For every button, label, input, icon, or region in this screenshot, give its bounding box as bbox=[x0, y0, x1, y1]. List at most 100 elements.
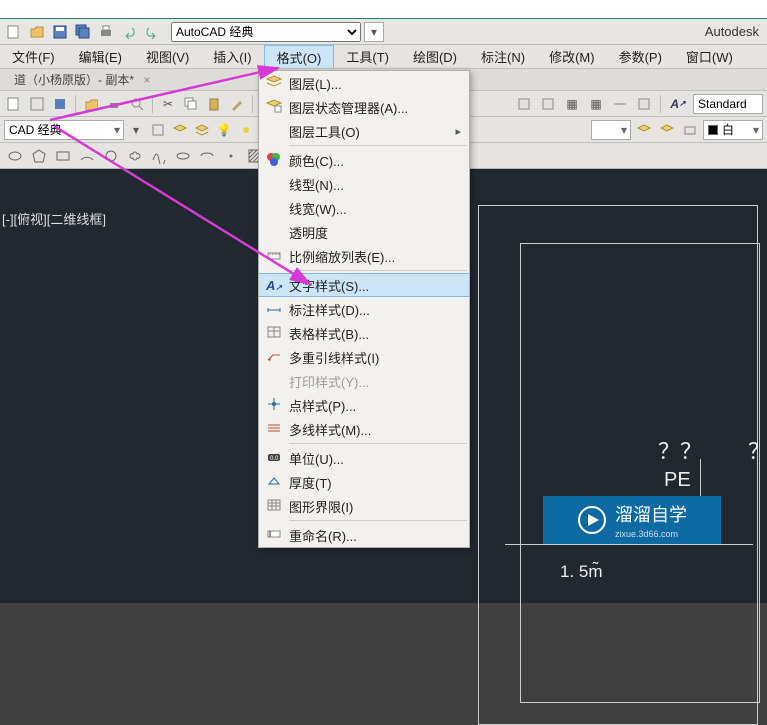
menu-item-transparency[interactable]: 透明度 bbox=[259, 220, 469, 244]
menu-draw[interactable]: 绘图(D) bbox=[401, 45, 469, 68]
tool-icon[interactable]: ▾ bbox=[126, 120, 146, 140]
submenu-arrow-icon: ▸ bbox=[455, 125, 461, 138]
print-icon[interactable] bbox=[96, 22, 116, 42]
menu-dimension[interactable]: 标注(N) bbox=[469, 45, 537, 68]
watermark-logo: 溜溜自学 zixue.3d66.com bbox=[543, 496, 721, 544]
layers-icon bbox=[266, 74, 282, 93]
redo-icon[interactable] bbox=[142, 22, 162, 42]
title-bar bbox=[0, 0, 767, 19]
layer-dd-combo[interactable]: CAD 经典 bbox=[4, 120, 124, 140]
drawing-text: ？ bbox=[748, 434, 767, 466]
print-icon[interactable] bbox=[104, 94, 124, 114]
arc-icon[interactable] bbox=[78, 147, 96, 165]
save-icon[interactable] bbox=[50, 22, 70, 42]
menu-file[interactable]: 文件(F) bbox=[0, 45, 67, 68]
paste-icon[interactable] bbox=[204, 94, 224, 114]
tool-icon[interactable] bbox=[610, 94, 630, 114]
tool-icon[interactable]: ▦ bbox=[562, 94, 582, 114]
layer-color-combo[interactable]: 白 bbox=[703, 120, 763, 140]
document-tab-label: 道（小杨原版）- 副本* bbox=[14, 73, 134, 87]
ellipse-axis-icon[interactable] bbox=[174, 147, 192, 165]
menu-item-lineweight[interactable]: 线宽(W)... bbox=[259, 196, 469, 220]
saveall-icon[interactable] bbox=[73, 22, 93, 42]
tool-icon[interactable] bbox=[657, 120, 677, 140]
close-icon[interactable]: × bbox=[143, 73, 150, 87]
lightbulb-icon[interactable]: 💡 bbox=[214, 120, 234, 140]
new-icon[interactable] bbox=[4, 22, 24, 42]
menu-item-limits[interactable]: 图形界限(I) bbox=[259, 494, 469, 518]
menu-item-table-style[interactable]: 表格样式(B)... bbox=[259, 321, 469, 345]
point-style-icon bbox=[266, 396, 282, 415]
circle-icon[interactable] bbox=[102, 147, 120, 165]
ellipse-icon[interactable] bbox=[6, 147, 24, 165]
tool-icon[interactable] bbox=[4, 94, 24, 114]
tool-icon[interactable] bbox=[514, 94, 534, 114]
watermark-title: 溜溜自学 bbox=[615, 501, 687, 527]
preview-icon[interactable] bbox=[127, 94, 147, 114]
menu-format[interactable]: 格式(O) bbox=[264, 45, 335, 68]
rectangle-icon[interactable] bbox=[54, 147, 72, 165]
menu-window[interactable]: 窗口(W) bbox=[674, 45, 745, 68]
menu-item-text-style[interactable]: A↗ 文字样式(S)... bbox=[259, 273, 469, 297]
menu-edit[interactable]: 编辑(E) bbox=[67, 45, 134, 68]
menu-item-point-style[interactable]: 点样式(P)... bbox=[259, 393, 469, 417]
layer-icon[interactable] bbox=[170, 120, 190, 140]
text-style-combo[interactable]: Standard bbox=[693, 94, 763, 114]
text-style-icon[interactable]: A↗ bbox=[667, 94, 689, 114]
menu-item-linetype[interactable]: 线型(N)... bbox=[259, 172, 469, 196]
spline-icon[interactable] bbox=[150, 147, 168, 165]
menu-modify[interactable]: 修改(M) bbox=[537, 45, 607, 68]
document-tab[interactable]: 道（小杨原版）- 副本* × bbox=[6, 69, 158, 90]
menu-item-thickness[interactable]: 厚度(T) bbox=[259, 470, 469, 494]
menu-item-scale-list[interactable]: 比例缩放列表(E)... bbox=[259, 244, 469, 268]
revcloud-icon[interactable] bbox=[126, 147, 144, 165]
menu-insert[interactable]: 插入(I) bbox=[201, 45, 263, 68]
layer-icon[interactable] bbox=[192, 120, 212, 140]
format-menu-dropdown: 图层(L)... 图层状态管理器(A)... 图层工具(O) ▸ 颜色(C)..… bbox=[258, 70, 470, 548]
tool-icon[interactable] bbox=[538, 94, 558, 114]
drawing-text: PE bbox=[664, 469, 691, 492]
tool-icon[interactable] bbox=[148, 120, 168, 140]
point-icon[interactable] bbox=[222, 147, 240, 165]
combo[interactable] bbox=[591, 120, 631, 140]
layers-manage-icon bbox=[266, 98, 282, 117]
tool-icon[interactable] bbox=[81, 94, 101, 114]
workspace-selector[interactable]: AutoCAD 经典 bbox=[171, 22, 361, 42]
sun-icon[interactable] bbox=[236, 120, 256, 140]
limits-icon bbox=[266, 497, 282, 516]
scale-icon bbox=[266, 247, 282, 266]
menu-item-dim-style[interactable]: 标注样式(D)... bbox=[259, 297, 469, 321]
menu-view[interactable]: 视图(V) bbox=[134, 45, 201, 68]
menu-item-layer-states[interactable]: 图层状态管理器(A)... bbox=[259, 95, 469, 119]
workspace-settings-icon[interactable]: ▾ bbox=[364, 22, 384, 42]
menu-item-color[interactable]: 颜色(C)... bbox=[259, 148, 469, 172]
ellipse-arc-icon[interactable] bbox=[198, 147, 216, 165]
tool-icon[interactable] bbox=[634, 94, 654, 114]
match-icon[interactable] bbox=[227, 94, 247, 114]
viewport-style-label[interactable]: [-][俯视][二维线框] bbox=[2, 209, 106, 228]
svg-text:0.0: 0.0 bbox=[270, 456, 279, 462]
open-icon[interactable] bbox=[27, 22, 47, 42]
tool-icon[interactable] bbox=[50, 94, 70, 114]
menu-tools[interactable]: 工具(T) bbox=[334, 45, 401, 68]
menu-parametric[interactable]: 参数(P) bbox=[607, 45, 674, 68]
text-style-icon: A↗ bbox=[266, 278, 282, 293]
tool-icon[interactable] bbox=[680, 120, 700, 140]
menu-bar: 文件(F) 编辑(E) 视图(V) 插入(I) 格式(O) 工具(T) 绘图(D… bbox=[0, 45, 767, 69]
menu-item-rename[interactable]: 重命名(R)... bbox=[259, 523, 469, 547]
color-wheel-icon bbox=[266, 151, 282, 170]
undo-icon[interactable] bbox=[119, 22, 139, 42]
tool-icon[interactable] bbox=[27, 94, 47, 114]
polygon-icon[interactable] bbox=[30, 147, 48, 165]
menu-item-mline-style[interactable]: 多线样式(M)... bbox=[259, 417, 469, 441]
tool-icon[interactable]: ▦ bbox=[586, 94, 606, 114]
cut-icon[interactable]: ✂ bbox=[158, 94, 178, 114]
menu-item-units[interactable]: 0.0 单位(U)... bbox=[259, 446, 469, 470]
dimension-icon bbox=[266, 300, 282, 319]
copy-icon[interactable] bbox=[181, 94, 201, 114]
tool-icon[interactable] bbox=[634, 120, 654, 140]
menu-item-layer[interactable]: 图层(L)... bbox=[259, 71, 469, 95]
units-icon: 0.0 bbox=[266, 449, 282, 468]
menu-item-mleader-style[interactable]: 多重引线样式(I) bbox=[259, 345, 469, 369]
menu-item-layer-tools[interactable]: 图层工具(O) ▸ bbox=[259, 119, 469, 143]
